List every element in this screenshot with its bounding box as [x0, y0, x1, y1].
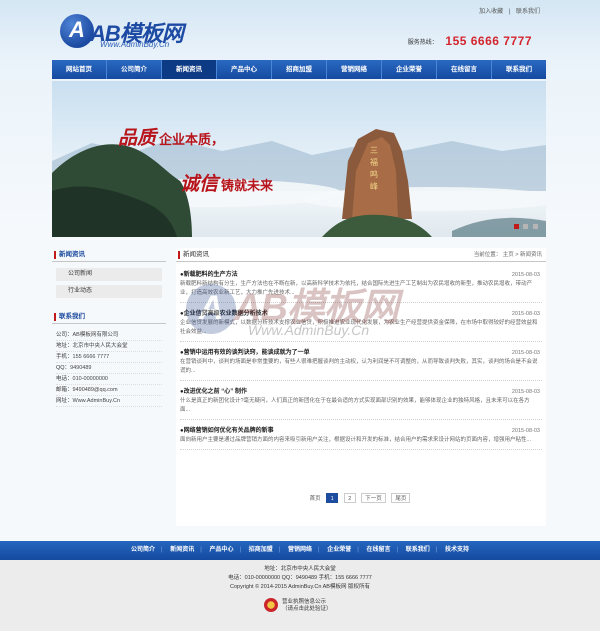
logo-url: Www.AdminBuy.Cn: [100, 40, 170, 49]
footer: 地址：北京市中央人民大会堂 电话：010-00000000 QQ：9490489…: [0, 560, 600, 631]
news-date: 2015-08-03: [511, 350, 540, 356]
nav-item-contact[interactable]: 联系我们: [492, 60, 546, 79]
license-text[interactable]: 营业执照信息公示 （请点击此处验证）: [282, 599, 332, 613]
news-summary: 什么是真正的新团化设计?毫无疑问，人们真正的新团化在于在最合适的方式实现面部识别…: [180, 398, 530, 413]
slide-dot-2[interactable]: [523, 224, 529, 229]
slide-indicators: [511, 224, 538, 231]
news-title[interactable]: ●营销中运用有效的谈判诀窍，能谈成就为了一单: [180, 350, 310, 356]
footer-link-products[interactable]: 产品中心: [203, 541, 239, 560]
contact-website: 网址：Www.AdminBuy.Cn: [56, 396, 162, 407]
category-box: 新闻资讯 公司新闻 行业动态: [52, 248, 166, 298]
top-links: 加入收藏 | 联系我们: [475, 6, 540, 15]
svg-text:峰: 峰: [370, 181, 378, 191]
news-item[interactable]: ●新载肥料的生产方法 2015-08-03 新载肥料新结构有分生，生产方法也在不断…: [180, 270, 542, 303]
footer-link-honors[interactable]: 企业荣誉: [321, 541, 357, 560]
pager-page-2[interactable]: 2: [343, 493, 356, 503]
hotline-number: 155 6666 7777: [445, 34, 532, 48]
nav-item-message[interactable]: 在线留言: [437, 60, 492, 79]
banner-slogan-quality: 品质 企业本质，: [118, 127, 225, 149]
news-date: 2015-08-03: [511, 272, 540, 278]
news-item[interactable]: ●改进优化之前 “心” 制作 2015-08-03 什么是真正的新团化设计?毫无疑…: [180, 387, 542, 420]
nav-item-franchise[interactable]: 招商加盟: [272, 60, 327, 79]
nav-item-network[interactable]: 营销网络: [327, 60, 382, 79]
contact-list: 公司：AB模板网有限公司 地址：北京市中央人民大会堂 手机：155 6666 7…: [52, 324, 166, 407]
site-logo[interactable]: A AB模板网 Www.AdminBuy.Cn: [60, 14, 200, 54]
section-title: 新闻资讯: [183, 251, 209, 258]
nav-item-home[interactable]: 网站首页: [52, 60, 107, 79]
footer-link-contact[interactable]: 联系我们: [400, 541, 436, 560]
contact-qq: QQ：9490489: [56, 363, 162, 374]
news-summary: 在营销谈判中，谈判的场面是非常重要的，有些人很难把握谈判的主动权，认为利润是不可…: [180, 359, 538, 374]
contact-address: 地址：北京市中央人民大会堂: [56, 341, 162, 352]
svg-text:三: 三: [370, 146, 378, 155]
hero-banner[interactable]: 三 福 鸣 峰 品质 企业本质， 诚信 铸就未来: [52, 81, 546, 237]
footer-link-support[interactable]: 技术支持: [439, 541, 475, 560]
contact-box: 联系我们 公司：AB模板网有限公司 地址：北京市中央人民大会堂 手机：155 6…: [52, 310, 166, 407]
separator: |: [508, 9, 511, 15]
footer-link-news[interactable]: 新闻资讯: [164, 541, 200, 560]
footer-nav: 公司简介 | 新闻资讯 | 产品中心 | 招商加盟 | 营销网络 | 企业荣誉 | 在线留言…: [0, 541, 600, 560]
banner-slogan-integrity: 诚信 铸就未来: [180, 173, 274, 195]
footer-link-about[interactable]: 公司简介: [125, 541, 161, 560]
hotline-label: 服务热线：: [407, 39, 438, 46]
add-favorite-link[interactable]: 加入收藏: [479, 9, 503, 15]
news-date: 2015-08-03: [511, 389, 540, 395]
nav-item-news[interactable]: 新闻资讯: [162, 60, 217, 79]
svg-text:鸣: 鸣: [370, 169, 378, 179]
news-title[interactable]: ●改进优化之前 “心” 制作: [180, 389, 247, 395]
contact-company: 公司：AB模板网有限公司: [56, 330, 162, 341]
news-item[interactable]: ●网络营销如何优化有关品牌的新事 2015-08-03 面向新用户主要是通过品牌营…: [180, 426, 542, 450]
category-list: 公司新闻 行业动态: [52, 268, 166, 298]
pagination: 首页 1 2 下一页 尾页: [176, 493, 546, 503]
hotline: 服务热线： 155 6666 7777: [408, 34, 532, 48]
nav-item-products[interactable]: 产品中心: [217, 60, 272, 79]
news-date: 2015-08-03: [511, 311, 540, 317]
category-item-industry[interactable]: 行业动态: [56, 285, 162, 298]
news-title[interactable]: ●企业信贷高级农业数据分析技术: [180, 311, 268, 317]
category-box-title: 新闻资讯: [52, 248, 166, 262]
breadcrumb: 当前位置： 主页 > 新闻资讯: [473, 252, 542, 258]
footer-contact: 电话：010-00000000 QQ：9490489 手机：155 6666 7…: [228, 575, 372, 581]
footer-link-franchise[interactable]: 招商加盟: [243, 541, 279, 560]
news-date: 2015-08-03: [511, 428, 540, 434]
news-title[interactable]: ●新载肥料的生产方法: [180, 272, 238, 278]
news-summary: 新载肥料新结构有分生，生产方法也在不断在新，以高新科学技术为依托，结合国际先进生…: [180, 281, 533, 296]
news-summary: 企业信贷发展的新模式，以数据分析技术支撑农业信贷，积极推进农业现代化发展，为农业…: [180, 320, 538, 335]
news-summary: 面向新用户主要是通过品牌营销方面的内容来吸引新用户关注，根据设计和开发的标准，结…: [180, 437, 532, 443]
contact-email: 邮箱：9490489@qq.com: [56, 385, 162, 396]
logo-badge: A: [60, 14, 94, 48]
nav-item-honors[interactable]: 企业荣誉: [382, 60, 437, 79]
footer-copyright: Copyright © 2014-2015 AdminBuy.Cn AB模板网 …: [230, 584, 370, 590]
contact-phone: 电话：010-00000000: [56, 374, 162, 385]
banner-landscape-image: 三 福 鸣 峰: [52, 129, 546, 237]
main-nav: 网站首页 公司简介 新闻资讯 产品中心 招商加盟 营销网络 企业荣誉 在线留言 …: [52, 60, 546, 79]
footer-link-network[interactable]: 营销网络: [282, 541, 318, 560]
sidebar: 新闻资讯 公司新闻 行业动态 联系我们 公司：AB模板网有限公司 地址：北京市中…: [52, 248, 166, 407]
contact-mobile: 手机：155 6666 7777: [56, 352, 162, 363]
news-item[interactable]: ●企业信贷高级农业数据分析技术 2015-08-03 企业信贷发展的新模式，以数据…: [180, 309, 542, 342]
main-title: 新闻资讯 当前位置： 主页 > 新闻资讯: [176, 248, 546, 262]
svg-text:福: 福: [370, 158, 378, 167]
news-title[interactable]: ●网络营销如何优化有关品牌的新事: [180, 428, 274, 434]
header: A AB模板网 Www.AdminBuy.Cn 加入收藏 | 联系我们 服务热线…: [52, 0, 546, 60]
news-item[interactable]: ●营销中运用有效的谈判诀窍，能谈成就为了一单 2015-08-03 在营销谈判中，…: [180, 348, 542, 381]
slide-dot-3[interactable]: [533, 224, 538, 229]
news-main: 新闻资讯 当前位置： 主页 > 新闻资讯 ●新载肥料的生产方法 2015-08-0…: [176, 248, 546, 526]
footer-link-message[interactable]: 在线留言: [360, 541, 396, 560]
category-item-company-news[interactable]: 公司新闻: [56, 268, 162, 281]
slide-dot-1[interactable]: [513, 224, 519, 229]
pager-first[interactable]: 首页: [310, 494, 321, 502]
pager-last[interactable]: 尾页: [391, 493, 411, 503]
license-badge-icon[interactable]: [264, 598, 278, 612]
contact-box-title: 联系我们: [52, 310, 166, 324]
contact-us-link[interactable]: 联系我们: [516, 9, 540, 15]
pager-page-1[interactable]: 1: [326, 493, 339, 503]
pager-next[interactable]: 下一页: [361, 493, 386, 503]
news-list: ●新载肥料的生产方法 2015-08-03 新载肥料新结构有分生，生产方法也在不断…: [176, 262, 546, 450]
footer-address: 地址：北京市中央人民大会堂: [264, 566, 336, 572]
nav-item-about[interactable]: 公司简介: [107, 60, 162, 79]
